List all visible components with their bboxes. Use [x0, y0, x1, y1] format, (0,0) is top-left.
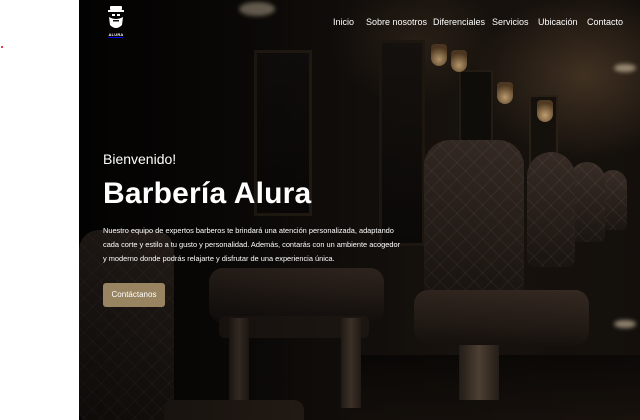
brand-logo[interactable]: ALURA [105, 5, 127, 39]
nav-item-sobre-nosotros[interactable]: Sobre nosotros [366, 16, 427, 28]
nav-item-contacto[interactable]: Contacto [587, 16, 623, 28]
contact-button[interactable]: Contáctanos [103, 283, 165, 307]
hero-section: ALURA Inicio Sobre nosotros Diferenciale… [79, 0, 640, 420]
page-margin [0, 0, 79, 420]
nav-item-inicio[interactable]: Inicio [333, 16, 354, 28]
nav-item-diferenciales[interactable]: Diferenciales [433, 16, 485, 28]
brand-name: ALURA [108, 32, 124, 37]
hero-title: Barbería Alura [103, 177, 312, 210]
nav-item-ubicacion[interactable]: Ubicación [538, 16, 578, 28]
bearded-barber-icon [108, 6, 124, 28]
nav-item-servicios[interactable]: Servicios [492, 16, 529, 28]
hero-description: Nuestro equipo de expertos barberos te b… [103, 226, 401, 263]
hero-welcome: Bienvenido! [103, 151, 177, 167]
marker-dot [1, 46, 3, 48]
